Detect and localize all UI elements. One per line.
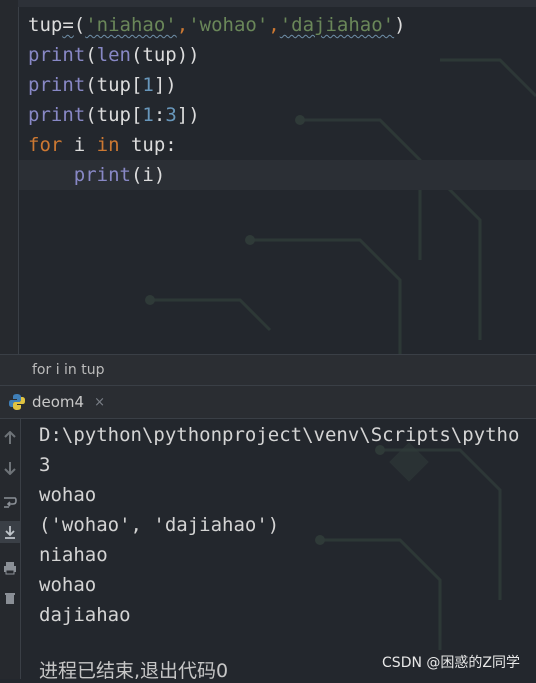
- close-icon[interactable]: ×: [94, 395, 105, 410]
- code-token: 'niahao': [85, 14, 177, 36]
- code-line[interactable]: print(len(tup)): [28, 40, 406, 70]
- console-line: dajiahao: [39, 604, 131, 626]
- code-token: 'wohao': [188, 14, 269, 36]
- code-token: (: [85, 44, 97, 66]
- code-token: 1: [142, 74, 154, 96]
- code-token: len: [96, 44, 131, 66]
- python-icon: [9, 394, 25, 410]
- trash-icon[interactable]: [0, 587, 20, 609]
- code-token: (tup)): [130, 44, 200, 66]
- console-output[interactable]: D:\python\pythonproject\venv\Scripts\pyt…: [39, 420, 519, 630]
- scroll-to-end-icon[interactable]: [0, 521, 20, 543]
- arrow-up-icon[interactable]: [0, 427, 20, 449]
- code-line[interactable]: tup=('niahao','wohao','dajiahao'): [28, 10, 406, 40]
- code-token: ]): [176, 104, 200, 126]
- code-token: in: [96, 134, 120, 156]
- code-token: i: [62, 134, 97, 156]
- breadcrumb[interactable]: for i in tup: [0, 354, 536, 386]
- code-token: tup: [28, 14, 63, 36]
- code-line[interactable]: print(tup[1]): [28, 70, 406, 100]
- code-token: ,: [176, 14, 189, 36]
- code-token: print: [28, 74, 86, 96]
- editor-gutter: [0, 0, 19, 354]
- tab-strip: [18, 0, 536, 7]
- code-token: (i): [130, 164, 166, 186]
- code-token: print: [73, 164, 131, 186]
- code-line[interactable]: for i in tup:: [28, 130, 406, 160]
- code-token: (tup[: [85, 104, 143, 126]
- code-token: 1: [142, 104, 154, 126]
- console-line: wohao: [39, 484, 97, 506]
- console-line: 3: [39, 454, 51, 476]
- console-line: ('wohao', 'dajiahao'): [39, 514, 280, 536]
- code-token: tup:: [119, 134, 177, 156]
- code-token: (: [73, 14, 86, 36]
- watermark: CSDN @困惑的Z同学: [382, 655, 520, 671]
- code-token: ]): [153, 74, 177, 96]
- code-token: 'dajiahao': [279, 14, 395, 36]
- print-icon[interactable]: [0, 557, 20, 579]
- console-line: niahao: [39, 544, 108, 566]
- code-editor[interactable]: tup=('niahao','wohao','dajiahao') print(l…: [0, 0, 536, 354]
- run-tool-tabbar: deom4 ×: [0, 386, 536, 419]
- run-toolbar: [0, 419, 21, 679]
- run-tab-label: deom4: [32, 393, 85, 411]
- run-tab-deom4[interactable]: deom4 ×: [8, 386, 105, 418]
- code-token: ): [394, 14, 406, 36]
- code-token: for: [28, 134, 63, 156]
- code-token: ,: [268, 14, 280, 36]
- code-token: =: [62, 14, 74, 36]
- console-line: D:\python\pythonproject\venv\Scripts\pyt…: [39, 424, 520, 446]
- code-token: print: [28, 104, 86, 126]
- arrow-down-icon[interactable]: [0, 457, 20, 479]
- code-token: print: [28, 44, 86, 66]
- code-line[interactable]: print(tup[1:3]): [28, 100, 406, 130]
- code-area[interactable]: tup=('niahao','wohao','dajiahao') print(l…: [28, 10, 406, 190]
- code-token: :: [153, 104, 166, 126]
- code-line[interactable]: print(i): [28, 160, 406, 190]
- code-token: 3: [165, 104, 177, 126]
- code-token: (tup[: [85, 74, 143, 96]
- console-line: wohao: [39, 574, 97, 596]
- breadcrumb-item[interactable]: for i in tup: [32, 362, 105, 378]
- soft-wrap-icon[interactable]: [0, 491, 20, 513]
